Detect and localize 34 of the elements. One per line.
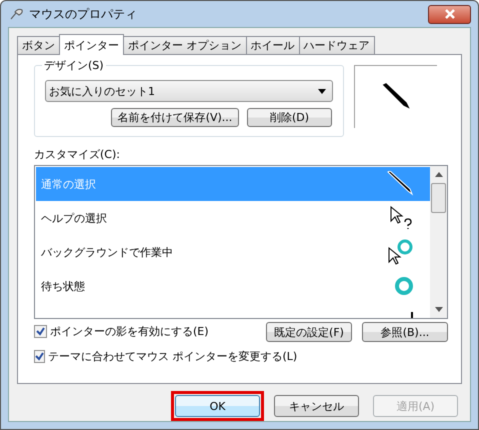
pen-cursor-icon <box>386 171 414 197</box>
close-icon <box>444 9 456 19</box>
dropdown-arrow-icon <box>318 88 326 94</box>
scheme-dropdown[interactable]: お気に入りのセット1 <box>45 80 333 102</box>
checkbox[interactable] <box>34 350 45 363</box>
checkbox-label: テーマに合わせてマウス ポインターを変更する(L) <box>48 349 298 364</box>
customize-label: カスタマイズ(C): <box>34 147 121 162</box>
tab[interactable]: ポインター <box>59 34 124 55</box>
scroll-up-icon[interactable] <box>434 172 442 177</box>
dialog-button[interactable]: OK <box>175 395 260 417</box>
cursor-list-item[interactable]: バックグラウンドで作業中 <box>36 235 430 269</box>
scrollbar-thumb[interactable] <box>431 183 446 213</box>
tab[interactable]: ハードウェア <box>298 36 374 54</box>
pointer-button[interactable]: 参照(B)... <box>362 322 448 342</box>
scrollbar[interactable] <box>430 166 447 318</box>
scheme-button[interactable]: 名前を付けて保存(V)... <box>111 108 239 127</box>
dialog-button[interactable]: キャンセル <box>274 395 359 417</box>
close-button[interactable] <box>428 4 471 24</box>
tab[interactable]: ボタン <box>17 36 60 54</box>
help-cursor-icon <box>390 206 414 230</box>
busy-ring-icon <box>394 276 414 296</box>
tab[interactable]: ホイール <box>246 36 300 54</box>
checkbox[interactable] <box>34 325 47 338</box>
window-title: マウスのプロパティ <box>29 6 137 22</box>
scheme-button[interactable]: 削除(D) <box>247 108 332 127</box>
tab[interactable]: ポインター オプション <box>123 36 246 54</box>
group-label: デザイン(S) <box>42 58 106 73</box>
cursor-list-item[interactable]: 待ち状態 <box>36 269 430 303</box>
pointer-button[interactable]: 既定の設定(F) <box>266 322 352 342</box>
pen-cursor-icon <box>382 83 410 111</box>
checkbox-label: ポインターの影を有効にする(E) <box>50 324 209 339</box>
scroll-down-icon[interactable] <box>434 307 442 312</box>
cursor-list-item[interactable]: ヘルプの選択 <box>36 201 430 235</box>
busy-cursor-icon <box>388 239 414 265</box>
